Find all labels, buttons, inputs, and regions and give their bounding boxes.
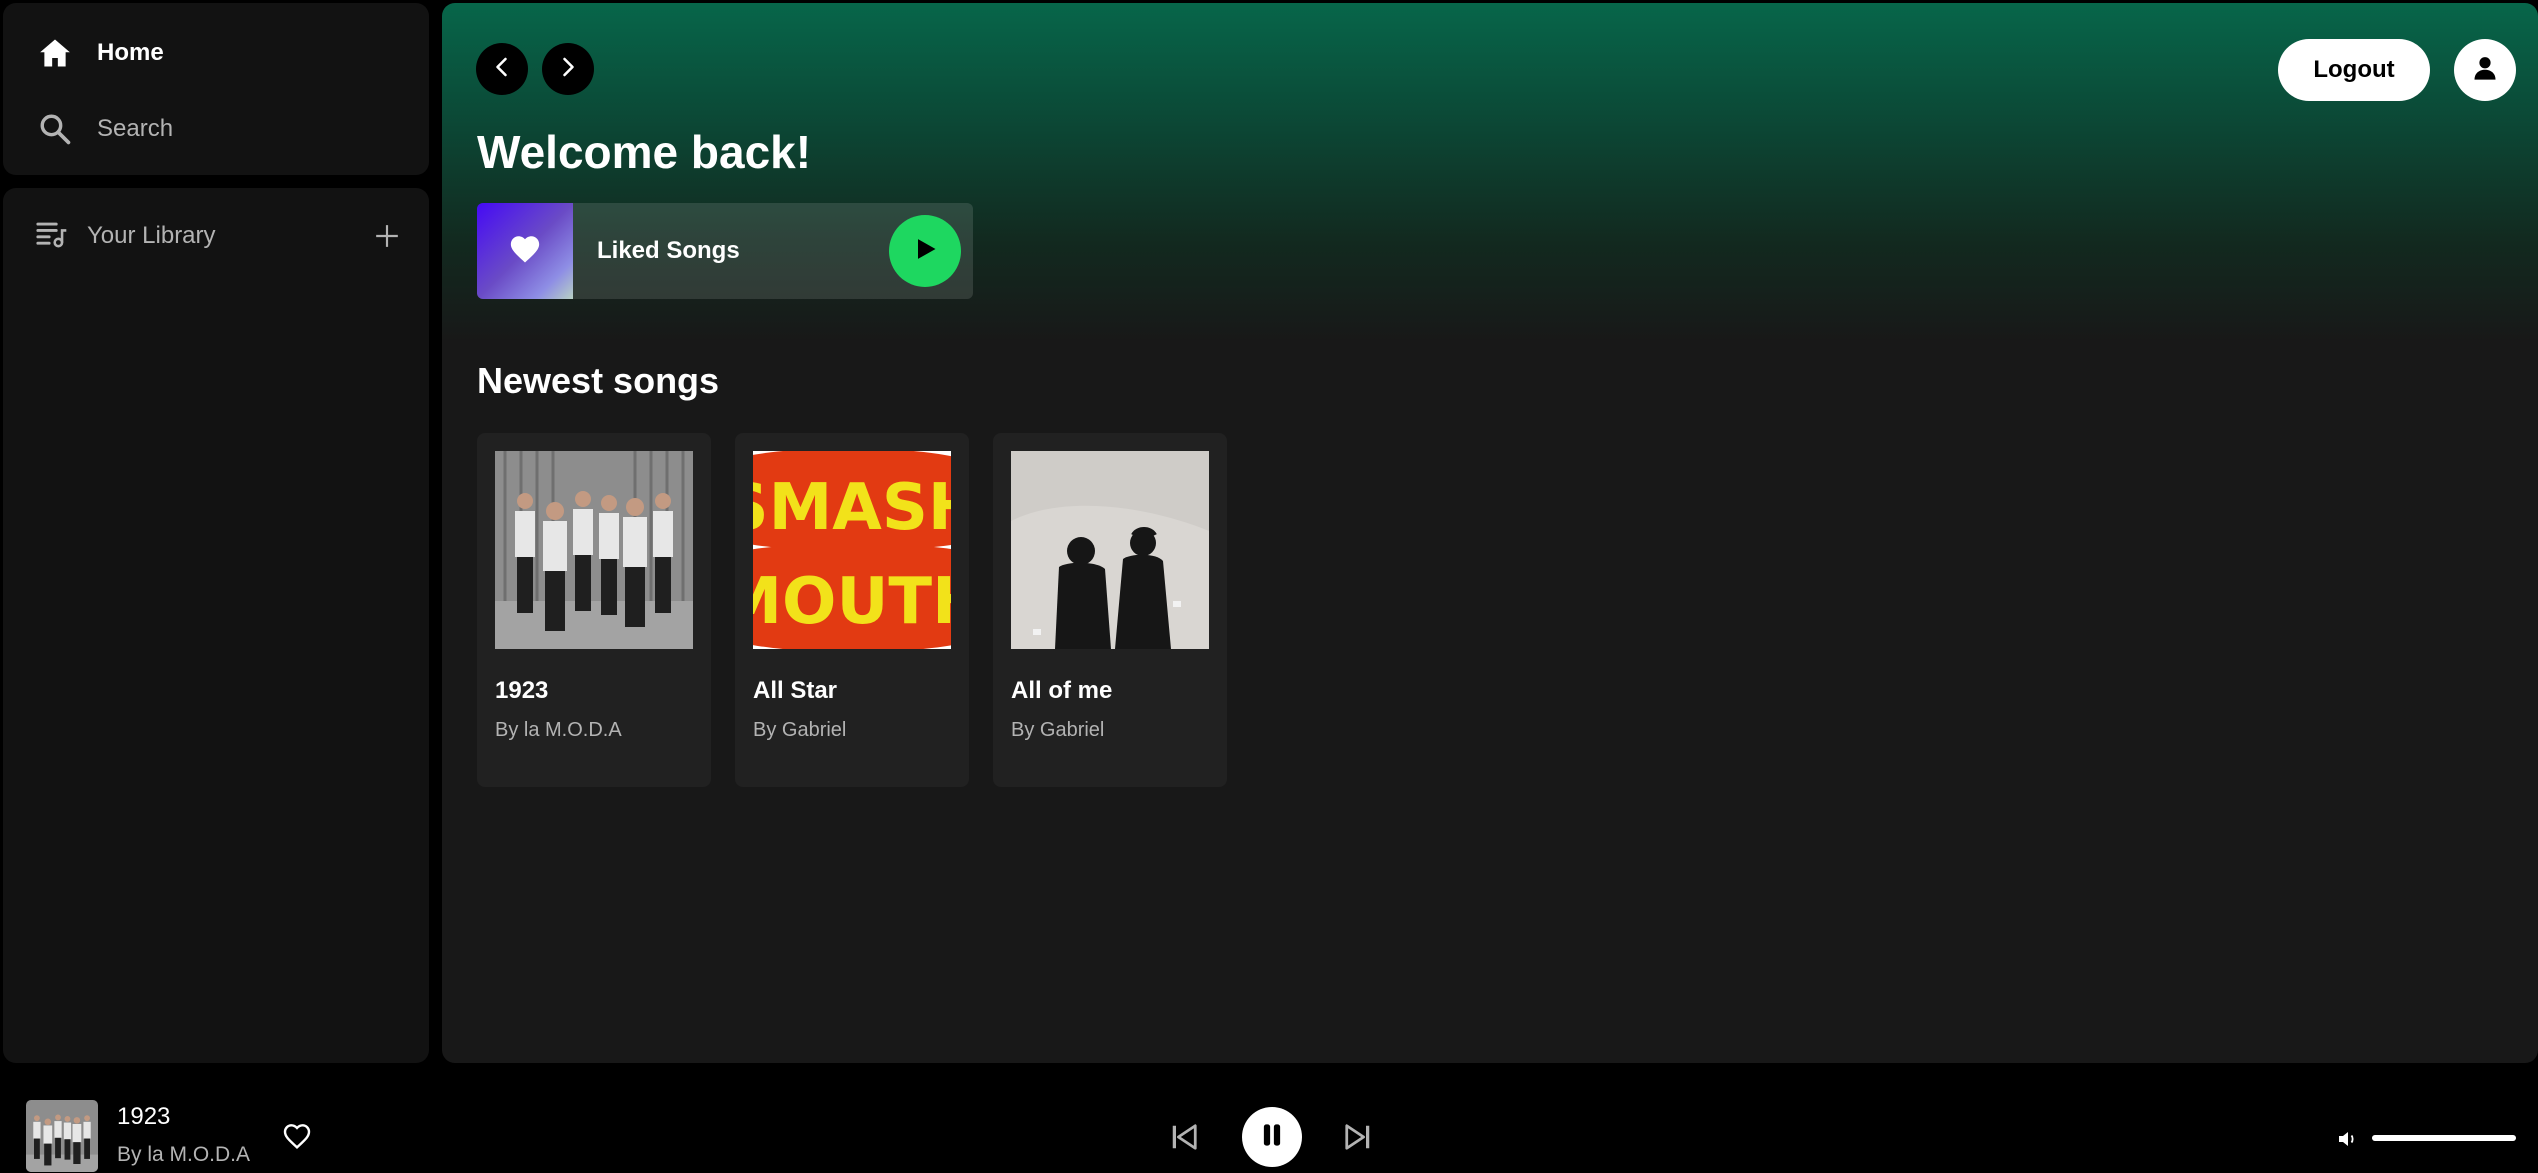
chevron-left-icon (490, 55, 514, 84)
heart-icon (508, 232, 542, 271)
song-artist: By Gabriel (1011, 719, 1105, 741)
sidebar-library-panel: Your Library (3, 188, 429, 1063)
play-icon (911, 235, 939, 268)
volume-fill (2372, 1135, 2516, 1141)
home-icon (35, 33, 75, 73)
skip-next-icon (1343, 1121, 1373, 1158)
liked-songs-card[interactable]: Liked Songs (477, 203, 973, 299)
liked-songs-label: Liked Songs (597, 237, 740, 264)
heart-outline-icon (281, 1120, 313, 1157)
svg-text:SMASH: SMASH (753, 471, 951, 545)
sidebar-item-label: Home (97, 39, 164, 66)
volume-icon[interactable] (2334, 1125, 2362, 1153)
sidebar-item-home[interactable]: Home (35, 33, 164, 73)
song-artist: By la M.O.D.A (495, 719, 622, 741)
section-heading: Newest songs (477, 360, 720, 401)
song-artist: By Gabriel (753, 719, 847, 741)
liked-songs-art (477, 203, 573, 299)
back-button[interactable] (476, 43, 528, 95)
volume-slider[interactable] (2372, 1135, 2516, 1141)
album-art (495, 451, 693, 649)
sidebar-item-search[interactable]: Search (35, 109, 173, 149)
song-title: 1923 (495, 677, 549, 704)
next-button[interactable] (1342, 1121, 1374, 1157)
song-card[interactable]: SMASH MOUTH All Star By Gabriel (735, 433, 969, 787)
chevron-right-icon (556, 55, 580, 84)
now-playing-title: 1923 (117, 1103, 171, 1130)
now-playing-artist: By la M.O.D.A (117, 1143, 251, 1166)
play-button[interactable] (889, 215, 961, 287)
library-header[interactable]: Your Library (35, 214, 405, 258)
album-art: SMASH MOUTH (753, 451, 951, 649)
page-title: Welcome back! (477, 126, 812, 178)
forward-button[interactable] (542, 43, 594, 95)
user-icon (2471, 54, 2499, 87)
library-label: Your Library (87, 222, 216, 249)
player-bar: 1923 By la M.O.D.A (0, 1063, 2538, 1173)
songs-grid: 1923 By la M.O.D.A SMASH MOUTH All Star … (477, 433, 1227, 787)
previous-button[interactable] (1168, 1121, 1200, 1157)
song-card[interactable]: All of me By Gabriel (993, 433, 1227, 787)
song-title: All of me (1011, 677, 1113, 704)
pause-icon (1257, 1120, 1287, 1155)
album-art (1011, 451, 1209, 649)
profile-button[interactable] (2454, 39, 2516, 101)
now-playing-art (26, 1100, 98, 1172)
sidebar-nav-panel: Home Search (3, 3, 429, 175)
pause-button[interactable] (1242, 1107, 1302, 1167)
sidebar-item-label: Search (97, 115, 174, 142)
song-title: All Star (753, 677, 838, 704)
song-card[interactable]: 1923 By la M.O.D.A (477, 433, 711, 787)
skip-previous-icon (1169, 1121, 1199, 1158)
logout-button[interactable]: Logout (2278, 39, 2430, 101)
like-button[interactable] (279, 1120, 315, 1156)
library-icon (35, 217, 69, 256)
plus-icon[interactable] (369, 218, 405, 254)
svg-text:MOUTH: MOUTH (753, 565, 951, 639)
search-icon (35, 109, 75, 149)
main-content: Logout Welcome back! Liked Songs Newest … (442, 3, 2538, 1063)
